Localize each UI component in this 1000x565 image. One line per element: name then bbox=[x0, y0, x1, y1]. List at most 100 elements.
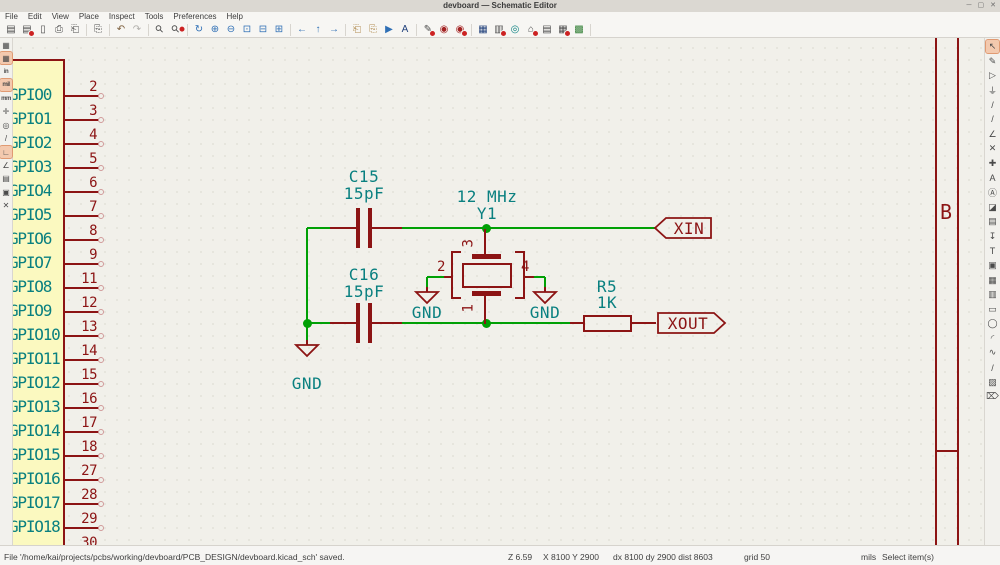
ic-pin-line[interactable] bbox=[65, 311, 99, 313]
units-mm-icon[interactable]: mm bbox=[0, 93, 12, 105]
run-erc-icon[interactable]: ◉ bbox=[437, 23, 451, 36]
zoom-selection-icon[interactable]: ⊟ bbox=[256, 23, 270, 36]
nav-back-icon[interactable]: ← bbox=[295, 23, 309, 36]
paste-icon[interactable]: ⎘ bbox=[91, 23, 105, 36]
ic-pin-line[interactable] bbox=[65, 335, 99, 337]
ic-pin-line[interactable] bbox=[65, 287, 99, 289]
ic-pin-line[interactable] bbox=[65, 239, 99, 241]
undo-icon[interactable]: ↶ bbox=[114, 23, 128, 36]
hierarchical-label-tool-icon[interactable]: ◪ bbox=[986, 201, 999, 214]
45deg-wires-icon[interactable]: ∠ bbox=[0, 160, 12, 172]
assign-footprints-icon[interactable]: ⌂ bbox=[524, 23, 538, 36]
erc-exclusions-icon[interactable]: ◉ bbox=[453, 23, 467, 36]
nav-up-icon[interactable]: ↑ bbox=[311, 23, 325, 36]
y1-crystal-body[interactable] bbox=[462, 263, 512, 288]
grid-overrides-icon[interactable]: ▦ bbox=[0, 52, 12, 64]
text-tool-icon[interactable]: T bbox=[986, 244, 999, 257]
place-power-port-tool-icon[interactable]: ⏚ bbox=[986, 84, 999, 97]
import-sheet-pin-tool-icon[interactable]: ↧ bbox=[986, 230, 999, 243]
r5-body[interactable] bbox=[583, 315, 632, 332]
show-directive-labels-icon[interactable]: ▣ bbox=[0, 186, 12, 198]
units-mils-icon[interactable]: mil bbox=[0, 79, 12, 91]
export-netlist-icon[interactable]: ▦ bbox=[556, 23, 570, 36]
r5-pin-left[interactable] bbox=[570, 322, 584, 324]
junction-tool-icon[interactable]: ✚ bbox=[986, 157, 999, 170]
c15-value[interactable]: 15pF bbox=[334, 185, 394, 202]
ic-pin-line[interactable] bbox=[65, 455, 99, 457]
xin-global-label[interactable]: XIN bbox=[667, 220, 711, 237]
zoom-out-icon[interactable]: ⊖ bbox=[224, 23, 238, 36]
xout-global-label[interactable]: XOUT bbox=[660, 315, 716, 332]
ic-pin-line[interactable] bbox=[65, 527, 99, 529]
ic-pin-line[interactable] bbox=[65, 191, 99, 193]
zoom-fit-icon[interactable]: ⊡ bbox=[240, 23, 254, 36]
c15-plate-left[interactable] bbox=[356, 208, 360, 248]
c15-pin-left[interactable] bbox=[330, 227, 357, 229]
select-tool-icon[interactable]: ↖ bbox=[986, 40, 999, 53]
c15-pin-right[interactable] bbox=[371, 227, 402, 229]
y1-pin2-line[interactable] bbox=[444, 276, 452, 278]
gnd-symbol-pin2[interactable] bbox=[414, 287, 440, 304]
save-icon[interactable]: ▤ bbox=[4, 23, 18, 36]
menu-edit[interactable]: Edit bbox=[23, 12, 47, 22]
place-symbol-tool-icon[interactable]: ▷ bbox=[986, 69, 999, 82]
gnd-symbol-pin4[interactable] bbox=[532, 287, 558, 304]
draw-wire-tool-icon[interactable]: / bbox=[986, 98, 999, 111]
delete-tool-icon[interactable]: ⌦ bbox=[986, 390, 999, 403]
zoom-objects-icon[interactable]: ⊞ bbox=[272, 23, 286, 36]
show-hidden-fields-icon[interactable]: ▤ bbox=[0, 173, 12, 185]
ic-pin-line[interactable] bbox=[65, 95, 99, 97]
run-pcb-editor-icon[interactable]: ▩ bbox=[572, 23, 586, 36]
table-tool-icon[interactable]: ▦ bbox=[986, 274, 999, 287]
annotate-symbols-icon[interactable]: ✎ bbox=[421, 23, 435, 36]
new-sheet-icon[interactable]: ▯ bbox=[36, 23, 50, 36]
symbol-library-editor-icon[interactable]: ▥ bbox=[492, 23, 506, 36]
c16-pin-right[interactable] bbox=[371, 322, 402, 324]
y1-plate-bottom[interactable] bbox=[472, 291, 501, 296]
cursor-shape-icon[interactable]: ✛ bbox=[0, 106, 12, 118]
refresh-view-icon[interactable]: ↻ bbox=[192, 23, 206, 36]
ic-pin-line[interactable] bbox=[65, 431, 99, 433]
print-icon[interactable]: ⎙ bbox=[52, 23, 66, 36]
update-symbols-icon[interactable]: ◎ bbox=[508, 23, 522, 36]
no-connect-tool-icon[interactable]: ✕ bbox=[986, 142, 999, 155]
junction-cap-leg[interactable] bbox=[303, 319, 312, 328]
enter-sheet-icon[interactable]: ⎘ bbox=[366, 23, 380, 36]
line-tool-icon[interactable]: / bbox=[986, 361, 999, 374]
menu-help[interactable]: Help bbox=[222, 12, 248, 22]
wire-xin-right[interactable] bbox=[371, 227, 655, 229]
bezier-tool-icon[interactable]: ∿ bbox=[986, 346, 999, 359]
c16-pin-left[interactable] bbox=[330, 322, 357, 324]
y1-pin3-line[interactable] bbox=[484, 229, 486, 255]
menu-inspect[interactable]: Inspect bbox=[104, 12, 140, 22]
rectangle-tool-icon[interactable]: ▭ bbox=[986, 303, 999, 316]
draw-bus-tool-icon[interactable]: / bbox=[986, 113, 999, 126]
ic-pin-line[interactable] bbox=[65, 407, 99, 409]
y1-value[interactable]: 12 MHz bbox=[447, 188, 527, 205]
ic-pin-line[interactable] bbox=[65, 215, 99, 217]
plot-icon[interactable]: ⎗ bbox=[68, 23, 82, 36]
menu-view[interactable]: View bbox=[47, 12, 74, 22]
c15-reference[interactable]: C15 bbox=[334, 168, 394, 185]
y1-reference[interactable]: Y1 bbox=[447, 205, 527, 222]
ic-pin-line[interactable] bbox=[65, 143, 99, 145]
y1-pin1-line[interactable] bbox=[484, 296, 486, 324]
global-label-tool-icon[interactable]: Ⓐ bbox=[986, 186, 999, 199]
show-grid-icon[interactable]: ▦ bbox=[0, 39, 12, 51]
ic-pin-line[interactable] bbox=[65, 479, 99, 481]
wire-to-bus-entry-tool-icon[interactable]: ∠ bbox=[986, 128, 999, 141]
units-inches-icon[interactable]: in bbox=[0, 66, 12, 78]
nav-forward-icon[interactable]: → bbox=[327, 23, 341, 36]
show-erc-exclusions-icon[interactable]: ✕ bbox=[0, 200, 12, 212]
arc-tool-icon[interactable]: ◜ bbox=[986, 332, 999, 345]
close-button[interactable]: ✕ bbox=[990, 1, 996, 11]
hierarchy-navigator-icon[interactable]: ▶ bbox=[382, 23, 396, 36]
image-tool-icon[interactable]: ▨ bbox=[986, 376, 999, 389]
edit-text-properties-icon[interactable]: A bbox=[398, 23, 412, 36]
c16-reference[interactable]: C16 bbox=[334, 266, 394, 283]
net-label-tool-icon[interactable]: A bbox=[986, 171, 999, 184]
minimize-button[interactable]: ─ bbox=[967, 1, 972, 11]
leave-sheet-icon[interactable]: ⎗ bbox=[350, 23, 364, 36]
save-as-icon[interactable]: ▤ bbox=[20, 23, 34, 36]
circle-tool-icon[interactable]: ◯ bbox=[986, 317, 999, 330]
